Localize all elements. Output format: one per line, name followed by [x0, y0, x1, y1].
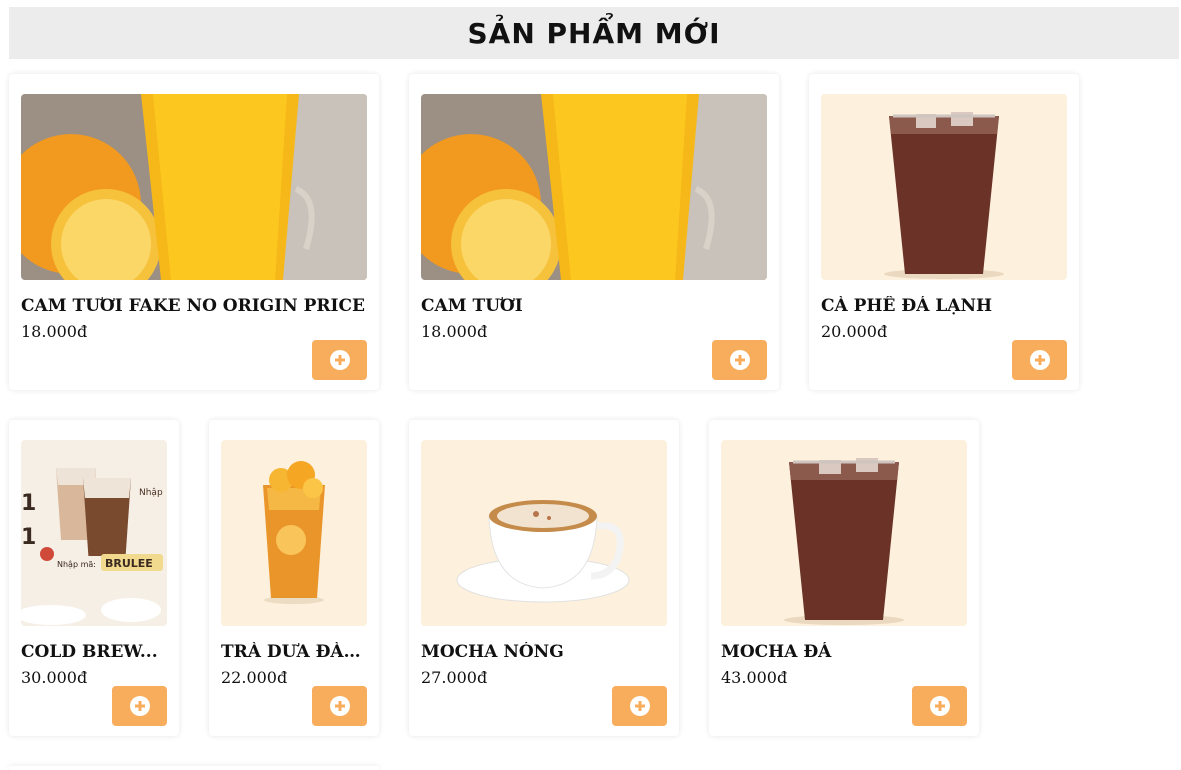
add-to-cart-button[interactable]: [112, 686, 167, 726]
plus-circle-icon: [1029, 350, 1050, 370]
svg-text:Nhập: Nhập: [139, 488, 163, 498]
plus-circle-icon: [329, 350, 350, 370]
product-price: 20.000đ: [821, 322, 888, 341]
add-to-cart-button[interactable]: [312, 340, 367, 380]
product-card[interactable]: [9, 766, 379, 770]
product-price: 18.000đ: [21, 322, 88, 341]
svg-text:BRULEE: BRULEE: [105, 557, 153, 570]
plus-circle-icon: [629, 696, 650, 716]
product-card[interactable]: CAM TƯƠI 18.000đ: [409, 74, 779, 390]
section-title: SẢN PHẨM MỚI: [467, 16, 721, 50]
product-image[interactable]: Nhập 1 1 Nhập mã: BRULEE: [21, 440, 167, 626]
product-image[interactable]: [221, 440, 367, 626]
svg-text:Nhập mã:: Nhập mã:: [57, 560, 96, 570]
product-name: COLD BREW...: [21, 642, 158, 662]
product-name: CAM TƯƠI: [421, 296, 523, 316]
add-to-cart-button[interactable]: [312, 686, 367, 726]
product-image[interactable]: [721, 440, 967, 626]
product-image[interactable]: [421, 94, 767, 280]
svg-text:1: 1: [21, 491, 36, 516]
product-name: MOCHA NÓNG: [421, 642, 564, 662]
product-name: TRÀ DƯA ĐÀO...: [221, 642, 367, 662]
product-page: SẢN PHẨM MỚI CAM TƯƠI FAKE NO ORIGIN PRI…: [0, 0, 1181, 770]
product-price: 30.000đ: [21, 668, 88, 687]
product-card[interactable]: CAM TƯƠI FAKE NO ORIGIN PRICE 18.000đ: [9, 74, 379, 390]
plus-circle-icon: [329, 696, 350, 716]
product-name: CAM TƯƠI FAKE NO ORIGIN PRICE: [21, 296, 365, 316]
product-name: MOCHA ĐÁ: [721, 642, 832, 662]
plus-circle-icon: [129, 696, 150, 716]
product-price: 43.000đ: [721, 668, 788, 687]
product-card[interactable]: MOCHA ĐÁ 43.000đ: [709, 420, 979, 736]
product-name: CÀ PHÊ ĐÁ LẠNH: [821, 296, 993, 316]
add-to-cart-button[interactable]: [1012, 340, 1067, 380]
svg-text:1: 1: [21, 525, 36, 550]
product-card[interactable]: Nhập 1 1 Nhập mã: BRULEE COLD BREW... 30…: [9, 420, 179, 736]
add-to-cart-button[interactable]: [612, 686, 667, 726]
plus-circle-icon: [929, 696, 950, 716]
product-card[interactable]: CÀ PHÊ ĐÁ LẠNH 20.000đ: [809, 74, 1079, 390]
product-card[interactable]: MOCHA NÓNG 27.000đ: [409, 420, 679, 736]
product-price: 27.000đ: [421, 668, 488, 687]
product-image[interactable]: [21, 94, 367, 280]
add-to-cart-button[interactable]: [912, 686, 967, 726]
product-image[interactable]: [821, 94, 1067, 280]
product-image[interactable]: [421, 440, 667, 626]
product-price: 18.000đ: [421, 322, 488, 341]
product-price: 22.000đ: [221, 668, 288, 687]
plus-circle-icon: [729, 350, 750, 370]
product-card[interactable]: TRÀ DƯA ĐÀO... 22.000đ: [209, 420, 379, 736]
add-to-cart-button[interactable]: [712, 340, 767, 380]
section-header: SẢN PHẨM MỚI: [9, 7, 1179, 59]
